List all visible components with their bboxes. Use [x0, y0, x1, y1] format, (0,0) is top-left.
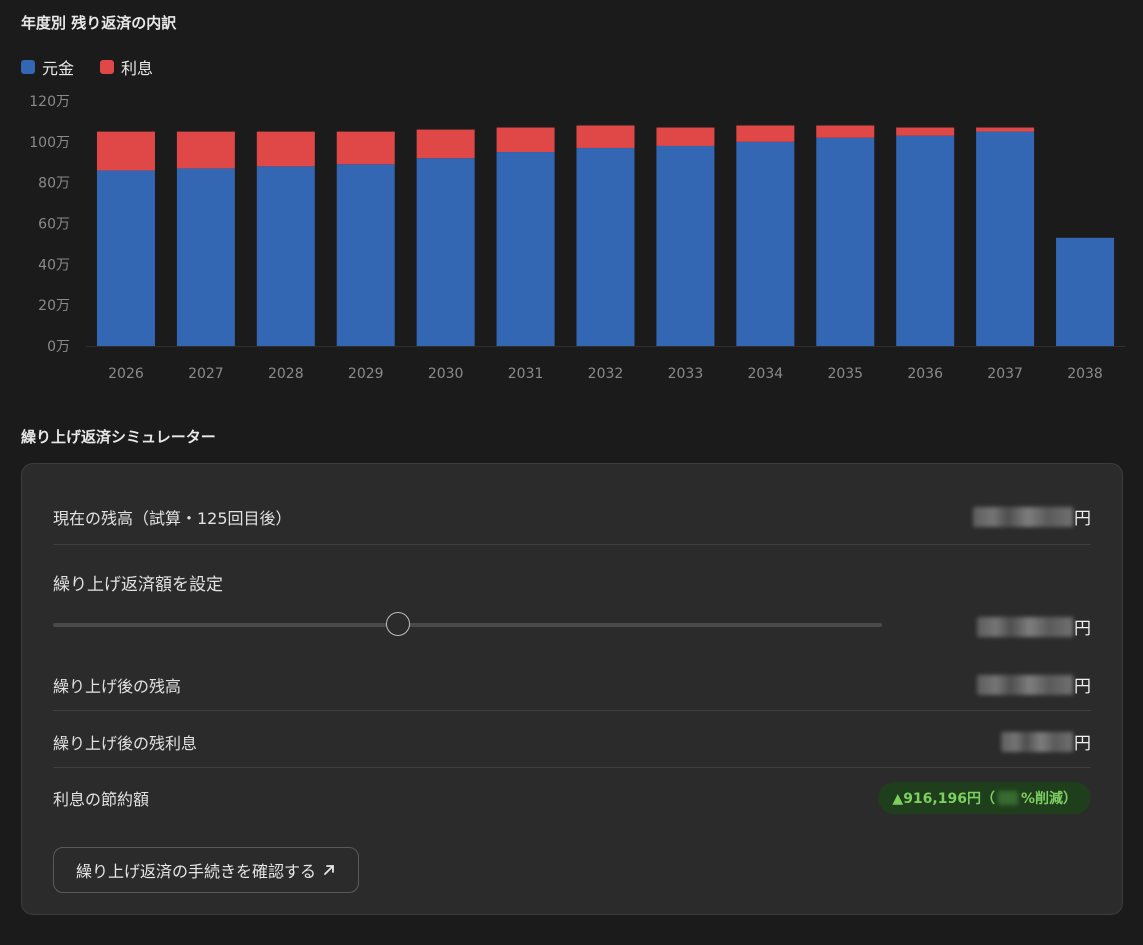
x-tick-label: 2027: [188, 366, 224, 382]
after-balance-row: 繰り上げ後の残高 円: [53, 672, 1091, 697]
x-tick-label: 2030: [428, 366, 464, 382]
redacted-amount: [977, 616, 1073, 637]
redacted-percent: [997, 791, 1018, 805]
yen-unit: 円: [1074, 509, 1091, 529]
stacked-bar-chart: 0万 20万 40万 60万 80万 100万 120万 2026 2027 2028 2029 20…: [29, 94, 1125, 382]
legend-swatch-principal: [21, 60, 35, 74]
prepayment-procedure-label: 繰り上げ返済の手続きを確認する: [76, 862, 317, 881]
savings-badge: ▲916,196円（ %削減）: [878, 782, 1091, 814]
x-tick-label: 2036: [907, 366, 943, 382]
x-tick-label: 2031: [508, 366, 544, 382]
legend-label-interest: 利息: [121, 59, 154, 78]
bar-interest: [576, 125, 635, 148]
y-tick-label: 60万: [38, 217, 70, 233]
x-tick-label: 2038: [1067, 366, 1103, 382]
set-amount-label: 繰り上げ返済額を設定: [53, 575, 223, 595]
x-tick-label: 2034: [748, 366, 784, 382]
prepayment-amount-row: 円: [53, 614, 1091, 639]
legend-swatch-interest: [100, 60, 115, 74]
prepayment-amount-value: 円: [977, 614, 1091, 639]
bar-interest: [816, 125, 875, 138]
bar-principal: [256, 166, 315, 346]
savings-row: 利息の節約額 ▲916,196円（ %削減）: [53, 782, 1091, 814]
bar-interest: [336, 131, 395, 165]
savings-suffix: %削減）: [1020, 791, 1077, 807]
chart-legend: 元金 利息: [21, 55, 153, 79]
y-tick-label: 0万: [47, 339, 70, 355]
bar-interest: [656, 127, 715, 146]
bar-principal: [336, 164, 395, 346]
external-arrow-icon: [324, 865, 334, 875]
savings-value: ▲916,196円（: [892, 791, 995, 807]
divider: [53, 767, 1091, 768]
bar-interest: [96, 131, 155, 171]
bar-principal: [736, 141, 795, 346]
bar-interest: [896, 127, 955, 136]
bar-principal: [1056, 237, 1115, 346]
after-balance-label: 繰り上げ後の残高: [53, 676, 182, 696]
bar-interest: [176, 131, 235, 169]
y-tick-label: 40万: [38, 257, 70, 273]
bar-principal: [496, 152, 555, 346]
legend-item-interest: 利息: [100, 55, 153, 79]
savings-label: 利息の節約額: [53, 790, 150, 809]
after-interest-row: 繰り上げ後の残利息 円: [53, 729, 1091, 754]
x-tick-label: 2035: [827, 366, 863, 382]
current-balance-row: 現在の残高（試算・125回目後） 円: [53, 504, 1091, 529]
y-tick-label: 80万: [38, 176, 70, 192]
current-balance-value: 円: [973, 504, 1091, 529]
breakdown-title: 年度別 残り返済の内訳: [21, 14, 177, 32]
legend-item-principal: 元金: [21, 55, 74, 79]
x-tick-label: 2037: [987, 366, 1023, 382]
bar-principal: [656, 145, 715, 346]
bar-principal: [576, 147, 635, 346]
bar-interest: [496, 127, 555, 153]
bar-interest: [976, 127, 1035, 132]
legend-label-principal: 元金: [42, 59, 75, 78]
bar-principal: [176, 168, 235, 346]
prepayment-procedure-button[interactable]: 繰り上げ返済の手続きを確認する: [53, 847, 360, 893]
redacted-amount: [1001, 731, 1073, 752]
simulator-panel: 現在の残高（試算・125回目後） 円 繰り上げ返済額を設定 円 繰り上げ後の残高…: [21, 463, 1123, 915]
y-tick-label: 20万: [38, 298, 70, 314]
y-tick-label: 120万: [29, 94, 70, 110]
x-tick-label: 2026: [108, 366, 144, 382]
bar-principal: [896, 135, 955, 346]
current-balance-label: 現在の残高（試算・125回目後）: [53, 508, 292, 528]
divider: [53, 544, 1091, 545]
x-tick-label: 2033: [668, 366, 704, 382]
after-interest-label: 繰り上げ後の残利息: [53, 733, 198, 753]
redacted-amount: [973, 506, 1073, 527]
redacted-amount: [977, 674, 1073, 695]
divider: [53, 710, 1091, 711]
after-interest-value: 円: [1001, 729, 1091, 754]
yen-unit: 円: [1074, 677, 1091, 697]
x-tick-label: 2032: [588, 366, 624, 382]
bar-interest: [256, 131, 315, 167]
bar-interest: [416, 129, 475, 159]
x-tick-label: 2028: [268, 366, 304, 382]
bar-principal: [96, 170, 155, 346]
bar-interest: [736, 125, 795, 142]
yen-unit: 円: [1074, 734, 1091, 754]
yen-unit: 円: [1074, 619, 1091, 639]
bar-principal: [976, 131, 1035, 346]
bar-principal: [816, 137, 875, 346]
set-amount-row: 繰り上げ返済額を設定: [53, 570, 1091, 595]
after-balance-value: 円: [977, 672, 1091, 697]
bar-principal: [416, 158, 475, 346]
y-tick-label: 100万: [29, 135, 70, 151]
x-tick-label: 2029: [348, 366, 384, 382]
simulator-title: 繰り上げ返済シミュレーター: [21, 428, 216, 446]
